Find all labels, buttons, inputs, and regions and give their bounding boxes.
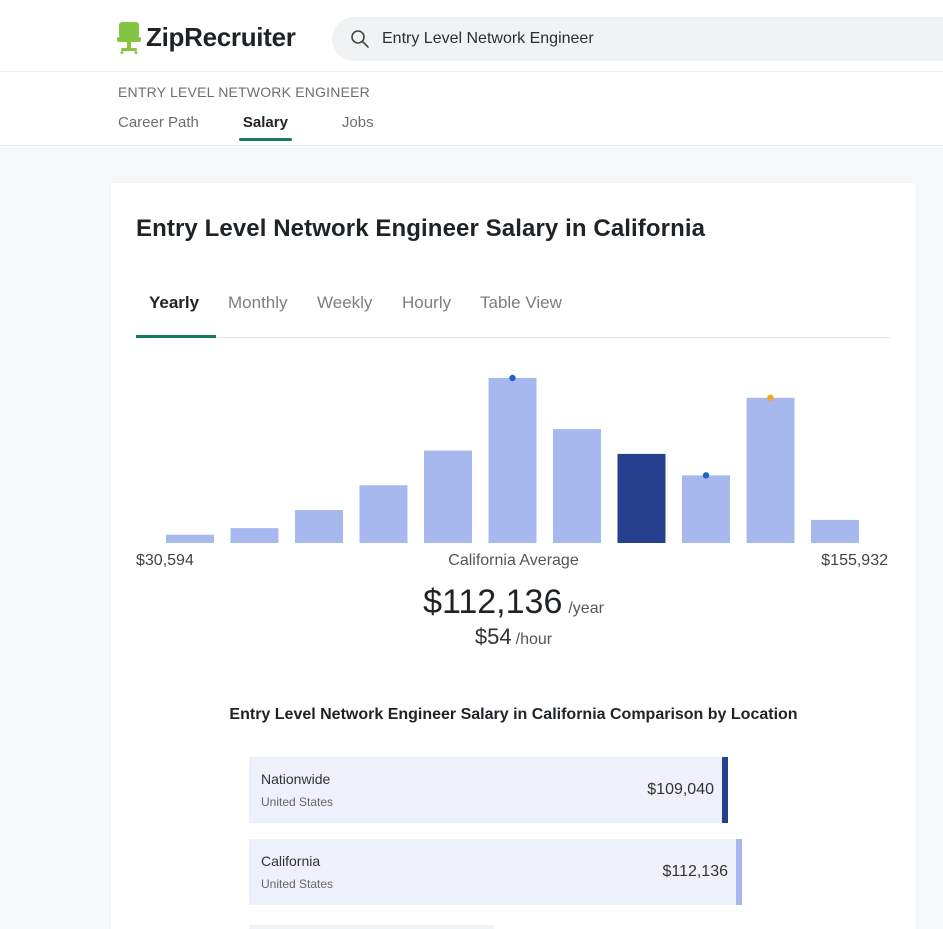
salary-histogram xyxy=(166,374,859,543)
top-header: ZipRecruiter Entry Level Network Enginee… xyxy=(0,0,943,72)
location-country: United States xyxy=(261,795,334,809)
tab-career-path[interactable]: Career Path xyxy=(118,114,199,139)
location-bar-marker xyxy=(722,757,728,823)
histogram-bar[interactable] xyxy=(359,485,408,543)
salary-card: Entry Level Network Engineer Salary in C… xyxy=(111,183,916,929)
average-label: California Average xyxy=(448,552,579,569)
histogram-bar[interactable] xyxy=(424,450,472,543)
histogram-dot-marker xyxy=(767,394,774,401)
histogram-bar[interactable] xyxy=(230,528,279,543)
location-row-california[interactable]: California United States $112,136 xyxy=(249,839,742,905)
tab-salary[interactable]: Salary xyxy=(238,114,292,141)
job-title-label: ENTRY LEVEL NETWORK ENGINEER xyxy=(118,84,370,100)
histogram-bar[interactable] xyxy=(811,519,859,543)
histogram-bar[interactable] xyxy=(166,534,214,543)
chair-logo-icon xyxy=(116,20,142,54)
histogram-bar[interactable] xyxy=(295,510,343,543)
histogram-dot-marker xyxy=(509,374,516,382)
histogram-dot-marker xyxy=(702,472,710,479)
location-salary: $112,136 xyxy=(662,863,728,880)
average-hourly-value: $54 xyxy=(474,624,512,649)
location-row-nationwide[interactable]: Nationwide United States $109,040 xyxy=(249,757,728,823)
search-icon xyxy=(350,29,370,49)
histogram-bar[interactable] xyxy=(682,475,730,543)
search-input-value[interactable]: Entry Level Network Engineer xyxy=(382,30,594,48)
ziprecruiter-logo[interactable]: ZipRecruiter xyxy=(116,20,296,54)
hourly-unit: /hour xyxy=(515,631,553,648)
average-yearly: $112,136/year xyxy=(111,583,916,622)
histogram-bar[interactable] xyxy=(746,397,795,543)
location-name: Nationwide xyxy=(261,771,331,787)
sub-navigation: ENTRY LEVEL NETWORK ENGINEER Career Path… xyxy=(0,72,943,146)
location-salary: $109,040 xyxy=(647,781,714,798)
location-name: California xyxy=(261,853,321,869)
location-bar-marker xyxy=(736,839,742,905)
yearly-unit: /year xyxy=(568,600,604,617)
tab-jobs[interactable]: Jobs xyxy=(342,114,374,139)
histogram-bar-current[interactable] xyxy=(617,453,666,543)
comparison-title: Entry Level Network Engineer Salary in C… xyxy=(229,706,798,723)
average-yearly-value: $112,136 xyxy=(423,583,563,621)
histogram-bar[interactable] xyxy=(488,378,537,543)
search-bar[interactable]: Entry Level Network Engineer xyxy=(332,17,943,61)
brand-name: ZipRecruiter xyxy=(146,21,296,52)
location-country: United States xyxy=(261,877,334,891)
salary-range-max: $155,932 xyxy=(821,552,888,569)
average-hourly: $54/hour xyxy=(111,624,916,650)
subnav-tabs: Career Path Salary Jobs xyxy=(118,114,374,141)
histogram-bar[interactable] xyxy=(553,429,601,543)
location-row-partial xyxy=(249,925,494,929)
